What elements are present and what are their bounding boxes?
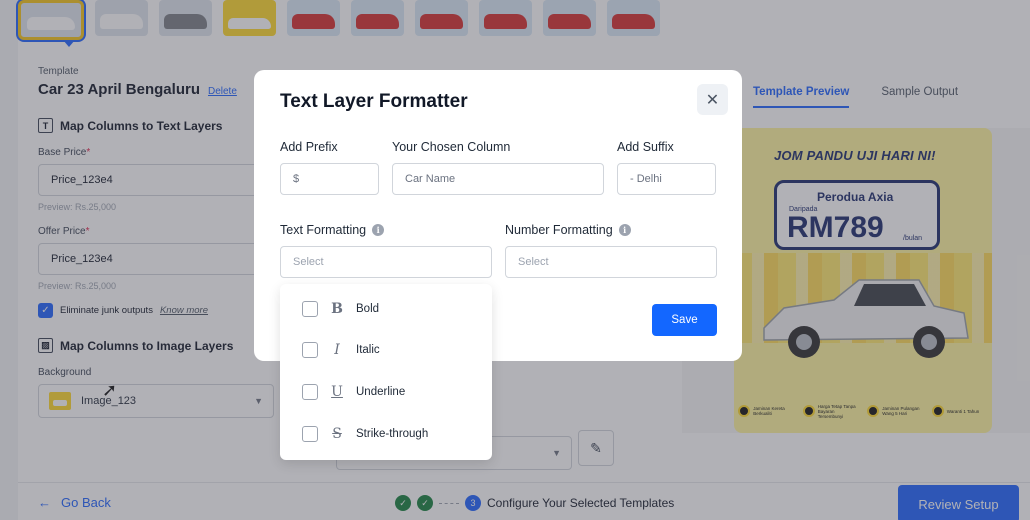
format-option-label: Bold — [356, 303, 380, 315]
number-formatting-label: Number Formatting i — [505, 223, 631, 237]
format-option-italic[interactable]: I Italic — [302, 340, 380, 360]
suffix-label: Add Suffix — [617, 140, 674, 154]
underline-icon: U — [331, 384, 343, 400]
info-icon[interactable]: i — [372, 224, 385, 236]
format-option-checkbox[interactable] — [302, 426, 318, 442]
save-button[interactable]: Save — [652, 304, 717, 336]
close-icon: ✕ — [705, 91, 720, 109]
text-formatting-select[interactable]: Select — [280, 246, 492, 278]
italic-icon: I — [334, 342, 340, 358]
format-option-strike-through[interactable]: S Strike-through — [302, 424, 428, 444]
strikethrough-icon: S — [332, 426, 342, 442]
suffix-input[interactable]: - Delhi — [617, 163, 716, 195]
bold-icon: B — [331, 301, 343, 317]
prefix-label: Add Prefix — [280, 140, 338, 154]
format-option-checkbox[interactable] — [302, 301, 318, 317]
format-option-label: Underline — [356, 386, 406, 398]
format-option-bold[interactable]: B Bold — [302, 299, 379, 319]
format-option-checkbox[interactable] — [302, 384, 318, 400]
number-formatting-select[interactable]: Select — [505, 246, 717, 278]
text-formatting-dropdown: B Bold I Italic U Underline S Strike-thr… — [280, 284, 492, 460]
format-option-label: Italic — [356, 344, 380, 356]
format-option-label: Strike-through — [356, 428, 429, 440]
info-icon[interactable]: i — [618, 224, 631, 236]
prefix-input[interactable]: $ — [280, 163, 379, 195]
chosen-column-label: Your Chosen Column — [392, 140, 511, 154]
close-modal-button[interactable]: ✕ — [697, 84, 728, 115]
modal-title: Text Layer Formatter — [280, 91, 468, 112]
format-option-underline[interactable]: U Underline — [302, 382, 405, 402]
text-formatting-label: Text Formatting i — [280, 223, 385, 237]
format-option-checkbox[interactable] — [302, 342, 318, 358]
chosen-column-input[interactable]: Car Name — [392, 163, 604, 195]
